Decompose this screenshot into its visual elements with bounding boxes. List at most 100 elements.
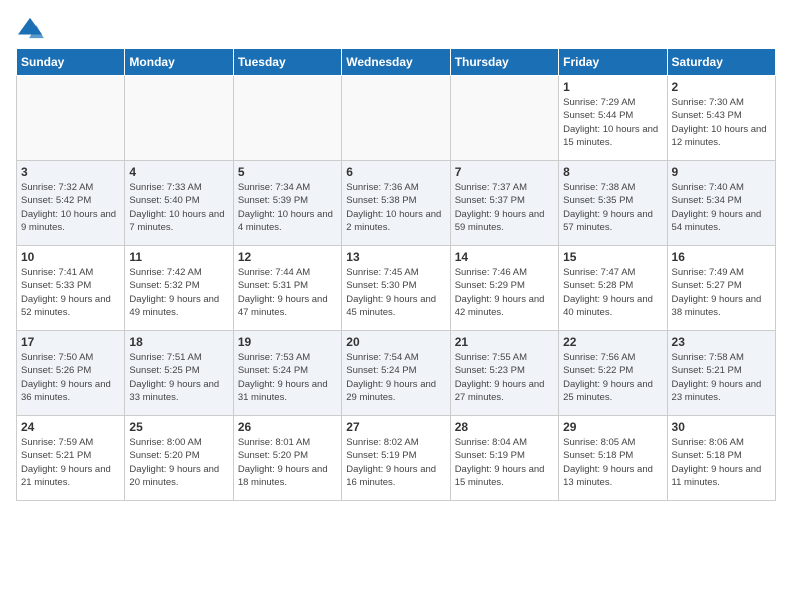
cell-info: Sunrise: 7:51 AM Sunset: 5:25 PM Dayligh…	[129, 351, 228, 404]
cell-info: Sunrise: 8:05 AM Sunset: 5:18 PM Dayligh…	[563, 436, 662, 489]
cell-info: Sunrise: 7:54 AM Sunset: 5:24 PM Dayligh…	[346, 351, 445, 404]
day-number: 27	[346, 420, 445, 434]
cell-info: Sunrise: 7:38 AM Sunset: 5:35 PM Dayligh…	[563, 181, 662, 234]
day-number: 21	[455, 335, 554, 349]
day-number: 20	[346, 335, 445, 349]
cell-info: Sunrise: 7:36 AM Sunset: 5:38 PM Dayligh…	[346, 181, 445, 234]
col-header-tuesday: Tuesday	[233, 49, 341, 76]
day-number: 23	[672, 335, 771, 349]
calendar-cell: 27 Sunrise: 8:02 AM Sunset: 5:19 PM Dayli…	[342, 416, 450, 501]
cell-info: Sunrise: 7:40 AM Sunset: 5:34 PM Dayligh…	[672, 181, 771, 234]
calendar-cell: 6 Sunrise: 7:36 AM Sunset: 5:38 PM Daylig…	[342, 161, 450, 246]
cell-info: Sunrise: 8:02 AM Sunset: 5:19 PM Dayligh…	[346, 436, 445, 489]
calendar-cell: 8 Sunrise: 7:38 AM Sunset: 5:35 PM Daylig…	[559, 161, 667, 246]
calendar-cell: 14 Sunrise: 7:46 AM Sunset: 5:29 PM Dayli…	[450, 246, 558, 331]
calendar-table: SundayMondayTuesdayWednesdayThursdayFrid…	[16, 48, 776, 501]
logo-icon	[16, 16, 44, 40]
cell-info: Sunrise: 7:49 AM Sunset: 5:27 PM Dayligh…	[672, 266, 771, 319]
calendar-cell: 13Sunrise: 7:45 AM Sunset: 5:30 PM Dayli…	[342, 246, 450, 331]
cell-info: Sunrise: 7:30 AM Sunset: 5:43 PM Dayligh…	[672, 96, 771, 149]
page-header	[16, 16, 776, 40]
day-number: 11	[129, 250, 228, 264]
cell-info: Sunrise: 7:53 AM Sunset: 5:24 PM Dayligh…	[238, 351, 337, 404]
calendar-cell: 30 Sunrise: 8:06 AM Sunset: 5:18 PM Dayli…	[667, 416, 775, 501]
cell-info: Sunrise: 7:59 AM Sunset: 5:21 PM Dayligh…	[21, 436, 120, 489]
cell-info: Sunrise: 7:46 AM Sunset: 5:29 PM Dayligh…	[455, 266, 554, 319]
calendar-cell: 15Sunrise: 7:47 AM Sunset: 5:28 PM Dayli…	[559, 246, 667, 331]
calendar-cell: 22 Sunrise: 7:56 AM Sunset: 5:22 PM Dayli…	[559, 331, 667, 416]
col-header-sunday: Sunday	[17, 49, 125, 76]
day-number: 5	[238, 165, 337, 179]
day-number: 14	[455, 250, 554, 264]
day-number: 17	[21, 335, 120, 349]
calendar-cell: 29 Sunrise: 8:05 AM Sunset: 5:18 PM Dayli…	[559, 416, 667, 501]
cell-info: Sunrise: 7:56 AM Sunset: 5:22 PM Dayligh…	[563, 351, 662, 404]
calendar-cell: 19 Sunrise: 7:53 AM Sunset: 5:24 PM Dayli…	[233, 331, 341, 416]
day-number: 16	[672, 250, 771, 264]
calendar-cell: 1 Sunrise: 7:29 AM Sunset: 5:44 PM Daylig…	[559, 76, 667, 161]
cell-info: Sunrise: 7:29 AM Sunset: 5:44 PM Dayligh…	[563, 96, 662, 149]
cell-info: Sunrise: 8:04 AM Sunset: 5:19 PM Dayligh…	[455, 436, 554, 489]
day-number: 25	[129, 420, 228, 434]
day-number: 6	[346, 165, 445, 179]
day-number: 22	[563, 335, 662, 349]
cell-info: Sunrise: 8:00 AM Sunset: 5:20 PM Dayligh…	[129, 436, 228, 489]
cell-info: Sunrise: 7:33 AM Sunset: 5:40 PM Dayligh…	[129, 181, 228, 234]
day-number: 19	[238, 335, 337, 349]
calendar-cell: 20 Sunrise: 7:54 AM Sunset: 5:24 PM Dayli…	[342, 331, 450, 416]
calendar-cell: 28 Sunrise: 8:04 AM Sunset: 5:19 PM Dayli…	[450, 416, 558, 501]
calendar-cell: 2 Sunrise: 7:30 AM Sunset: 5:43 PM Daylig…	[667, 76, 775, 161]
calendar-cell: 10 Sunrise: 7:41 AM Sunset: 5:33 PM Dayli…	[17, 246, 125, 331]
day-number: 2	[672, 80, 771, 94]
calendar-cell	[342, 76, 450, 161]
cell-info: Sunrise: 7:34 AM Sunset: 5:39 PM Dayligh…	[238, 181, 337, 234]
day-number: 30	[672, 420, 771, 434]
calendar-cell: 5 Sunrise: 7:34 AM Sunset: 5:39 PM Daylig…	[233, 161, 341, 246]
calendar-cell: 16 Sunrise: 7:49 AM Sunset: 5:27 PM Dayli…	[667, 246, 775, 331]
day-number: 18	[129, 335, 228, 349]
cell-info: Sunrise: 7:55 AM Sunset: 5:23 PM Dayligh…	[455, 351, 554, 404]
cell-info: Sunrise: 8:01 AM Sunset: 5:20 PM Dayligh…	[238, 436, 337, 489]
cell-info: Sunrise: 7:45 AM Sunset: 5:30 PM Dayligh…	[346, 266, 445, 319]
calendar-cell: 7 Sunrise: 7:37 AM Sunset: 5:37 PM Daylig…	[450, 161, 558, 246]
calendar-cell: 17 Sunrise: 7:50 AM Sunset: 5:26 PM Dayli…	[17, 331, 125, 416]
calendar-cell: 26Sunrise: 8:01 AM Sunset: 5:20 PM Dayli…	[233, 416, 341, 501]
calendar-cell: 25 Sunrise: 8:00 AM Sunset: 5:20 PM Dayli…	[125, 416, 233, 501]
calendar-cell: 18 Sunrise: 7:51 AM Sunset: 5:25 PM Dayli…	[125, 331, 233, 416]
day-number: 10	[21, 250, 120, 264]
day-number: 29	[563, 420, 662, 434]
col-header-saturday: Saturday	[667, 49, 775, 76]
cell-info: Sunrise: 7:50 AM Sunset: 5:26 PM Dayligh…	[21, 351, 120, 404]
col-header-wednesday: Wednesday	[342, 49, 450, 76]
calendar-cell: 11 Sunrise: 7:42 AM Sunset: 5:32 PM Dayli…	[125, 246, 233, 331]
day-number: 9	[672, 165, 771, 179]
cell-info: Sunrise: 7:32 AM Sunset: 5:42 PM Dayligh…	[21, 181, 120, 234]
cell-info: Sunrise: 7:41 AM Sunset: 5:33 PM Dayligh…	[21, 266, 120, 319]
day-number: 1	[563, 80, 662, 94]
cell-info: Sunrise: 7:37 AM Sunset: 5:37 PM Dayligh…	[455, 181, 554, 234]
calendar-cell: 12 Sunrise: 7:44 AM Sunset: 5:31 PM Dayli…	[233, 246, 341, 331]
calendar-cell: 23 Sunrise: 7:58 AM Sunset: 5:21 PM Dayli…	[667, 331, 775, 416]
day-number: 12	[238, 250, 337, 264]
cell-info: Sunrise: 8:06 AM Sunset: 5:18 PM Dayligh…	[672, 436, 771, 489]
day-number: 28	[455, 420, 554, 434]
logo	[16, 16, 48, 40]
calendar-cell: 3Sunrise: 7:32 AM Sunset: 5:42 PM Daylig…	[17, 161, 125, 246]
calendar-cell: 9 Sunrise: 7:40 AM Sunset: 5:34 PM Daylig…	[667, 161, 775, 246]
cell-info: Sunrise: 7:58 AM Sunset: 5:21 PM Dayligh…	[672, 351, 771, 404]
cell-info: Sunrise: 7:42 AM Sunset: 5:32 PM Dayligh…	[129, 266, 228, 319]
day-number: 7	[455, 165, 554, 179]
col-header-monday: Monday	[125, 49, 233, 76]
cell-info: Sunrise: 7:47 AM Sunset: 5:28 PM Dayligh…	[563, 266, 662, 319]
cell-info: Sunrise: 7:44 AM Sunset: 5:31 PM Dayligh…	[238, 266, 337, 319]
calendar-cell	[450, 76, 558, 161]
day-number: 8	[563, 165, 662, 179]
calendar-cell	[17, 76, 125, 161]
day-number: 4	[129, 165, 228, 179]
col-header-friday: Friday	[559, 49, 667, 76]
calendar-cell	[233, 76, 341, 161]
calendar-cell: 21 Sunrise: 7:55 AM Sunset: 5:23 PM Dayli…	[450, 331, 558, 416]
calendar-cell	[125, 76, 233, 161]
col-header-thursday: Thursday	[450, 49, 558, 76]
calendar-cell: 24Sunrise: 7:59 AM Sunset: 5:21 PM Dayli…	[17, 416, 125, 501]
